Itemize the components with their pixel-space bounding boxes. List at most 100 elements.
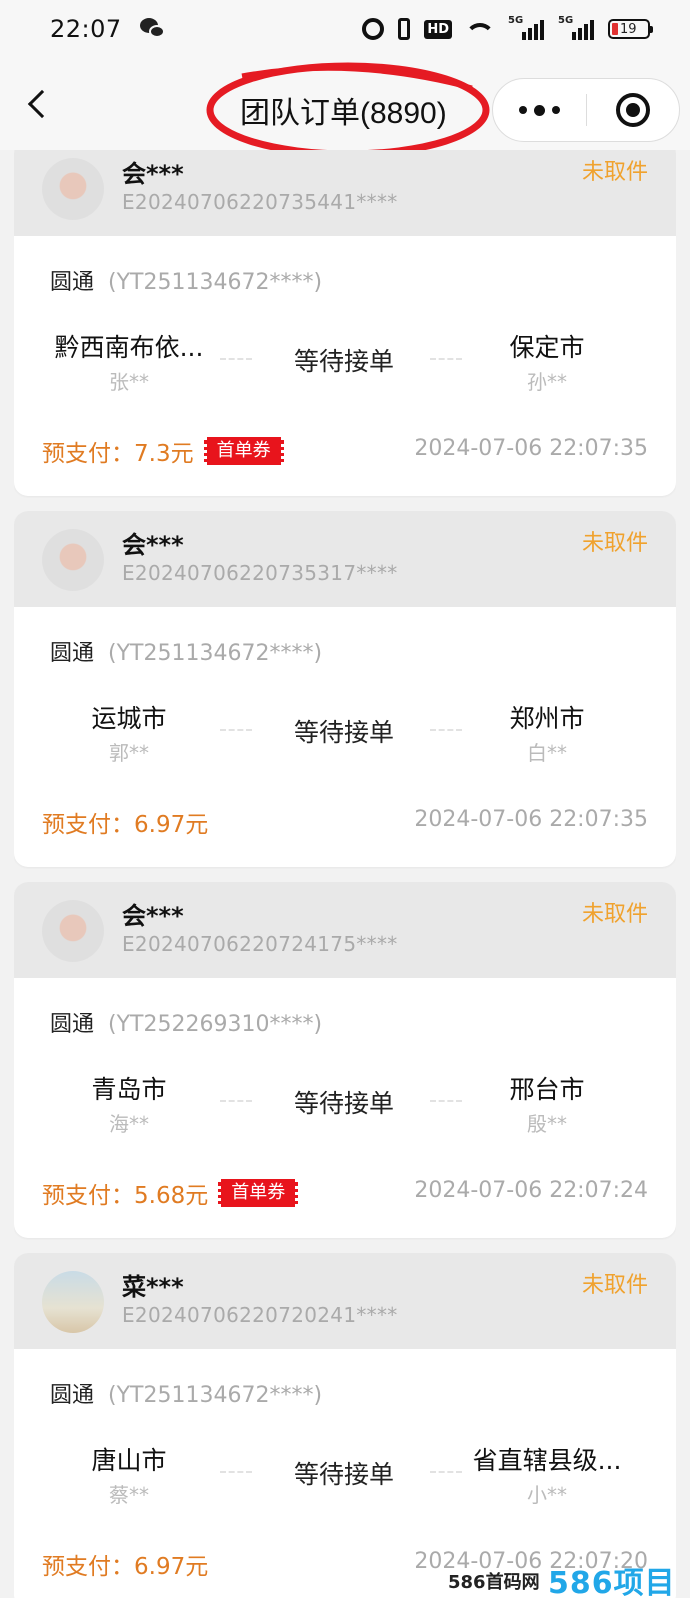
to-city: 省直辖县级... [472,1446,622,1475]
avatar [42,900,104,962]
battery-icon: 19 [608,19,653,39]
tracking-number: (YT252269310****) [108,1012,323,1037]
coupon-badge: 首单券 [218,1179,299,1207]
more-button[interactable] [493,79,586,141]
from-city: 青岛市 [91,1075,167,1104]
order-list: 会*** E20240706220735441**** 未取件 圆通 (YT251… [14,150,676,1598]
watermark-logo: 586项目网 [548,1566,676,1598]
network-label: 5G [558,15,574,26]
sender-name: 蔡** [109,1483,149,1507]
to-city: 保定市 [509,333,585,362]
receiver-name: 小** [527,1483,567,1507]
avatar [42,529,104,591]
mini-program-capsule [492,78,680,142]
prepay: 预支付：6.97元 [42,805,208,839]
prepay: 预支付：7.3元 首单券 [42,434,284,468]
order-time: 2024-07-06 22:07:24 [414,1178,648,1203]
order-card[interactable]: 会*** E20240706220735317**** 未取件 圆通 (YT251… [14,511,676,867]
route: 唐山市 蔡** 等待接单 省直辖县级... 小** [14,1431,676,1507]
to-city: 邢台市 [509,1075,585,1104]
carrier-row: 圆通 (YT251134672****) [50,1377,322,1409]
alarm-icon [362,18,385,40]
dot-icon [533,104,545,116]
from-city: 唐山市 [91,1446,167,1475]
carrier-row: 圆通 (YT251134672****) [50,264,322,296]
route-status: 等待接单 [293,347,394,376]
user-name: 会*** [122,531,184,559]
status-bar: 22:07 HD 5G 5G 19 [0,0,690,58]
avatar [42,1271,104,1333]
back-button[interactable] [18,82,58,126]
chevron-left-icon [27,89,57,119]
user-name: 会*** [122,902,184,930]
order-card[interactable]: 菜*** E20240706220720241**** 未取件 圆通 (YT251… [14,1253,676,1598]
watermark-text: 586首码网 [448,1572,540,1593]
status-badge: 未取件 [581,160,648,185]
receiver-name: 白** [527,741,567,765]
route-dash [220,1100,252,1102]
tracking-number: (YT251134672****) [108,641,323,666]
route-dash [220,358,252,360]
carrier-name: 圆通 [50,1383,95,1408]
from-city: 黔西南布依... [54,333,204,362]
nav-bar: 团队订单(8890) [0,58,690,158]
signal-icon: 5G [508,15,544,40]
carrier-row: 圆通 (YT252269310****) [50,1006,322,1038]
prepay: 预支付：5.68元 首单券 [42,1176,299,1210]
wifi-icon [466,19,494,39]
close-mini-program-button[interactable] [587,79,680,141]
carrier-name: 圆通 [50,1012,95,1037]
prepay-amount: 预支付：7.3元 [42,441,194,467]
route-dash [220,729,252,731]
status-badge: 未取件 [581,531,648,556]
prepay-amount: 预支付：6.97元 [42,812,209,838]
order-number: E20240706220735441**** [122,190,398,214]
order-time: 2024-07-06 22:07:35 [414,436,648,461]
order-card[interactable]: 会*** E20240706220724175**** 未取件 圆通 (YT252… [14,882,676,1238]
annotation-circle [206,62,490,158]
tracking-number: (YT251134672****) [108,1383,323,1408]
user-name: 菜*** [122,1273,184,1301]
route-status: 等待接单 [293,718,394,747]
prepay-amount: 预支付：6.97元 [42,1554,209,1580]
prepay: 预支付：6.97元 [42,1547,208,1581]
dot-icon [518,106,527,114]
carrier-row: 圆通 (YT251134672****) [50,635,322,667]
coupon-badge: 首单券 [203,437,284,465]
tracking-number: (YT251134672****) [108,270,323,295]
prepay-amount: 预支付：5.68元 [42,1183,209,1209]
route-dash [220,1471,252,1473]
route: 运城市 郭** 等待接单 郑州市 白** [14,689,676,765]
order-number: E20240706220720241**** [122,1303,398,1327]
from-city: 运城市 [91,704,167,733]
vibrate-icon [398,18,411,40]
avatar [42,158,104,220]
status-badge: 未取件 [581,902,648,927]
battery-level: 19 [620,21,637,37]
status-time: 22:07 [50,15,122,43]
order-card[interactable]: 会*** E20240706220735441**** 未取件 圆通 (YT251… [14,150,676,496]
route-status: 等待接单 [293,1089,394,1118]
sender-name: 张** [109,370,149,394]
order-number: E20240706220724175**** [122,932,398,956]
card-header: 菜*** E20240706220720241**** 未取件 [14,1253,676,1349]
network-label: 5G [508,15,524,26]
status-badge: 未取件 [581,1273,648,1298]
to-city: 郑州市 [509,704,585,733]
target-icon [615,93,650,127]
receiver-name: 孙** [527,370,567,394]
carrier-name: 圆通 [50,641,95,666]
route: 青岛市 海** 等待接单 邢台市 殷** [14,1060,676,1136]
sender-name: 郭** [109,741,149,765]
card-header: 会*** E20240706220724175**** 未取件 [14,882,676,978]
user-name: 会*** [122,160,184,188]
status-icons: HD 5G 5G 19 [362,15,653,40]
wechat-icon [139,18,166,40]
carrier-name: 圆通 [50,270,95,295]
dot-icon [551,106,560,114]
receiver-name: 殷** [527,1112,567,1136]
sender-name: 海** [109,1112,149,1136]
card-header: 会*** E20240706220735441**** 未取件 [14,150,676,236]
order-number: E20240706220735317**** [122,561,398,585]
route-status: 等待接单 [293,1460,394,1489]
